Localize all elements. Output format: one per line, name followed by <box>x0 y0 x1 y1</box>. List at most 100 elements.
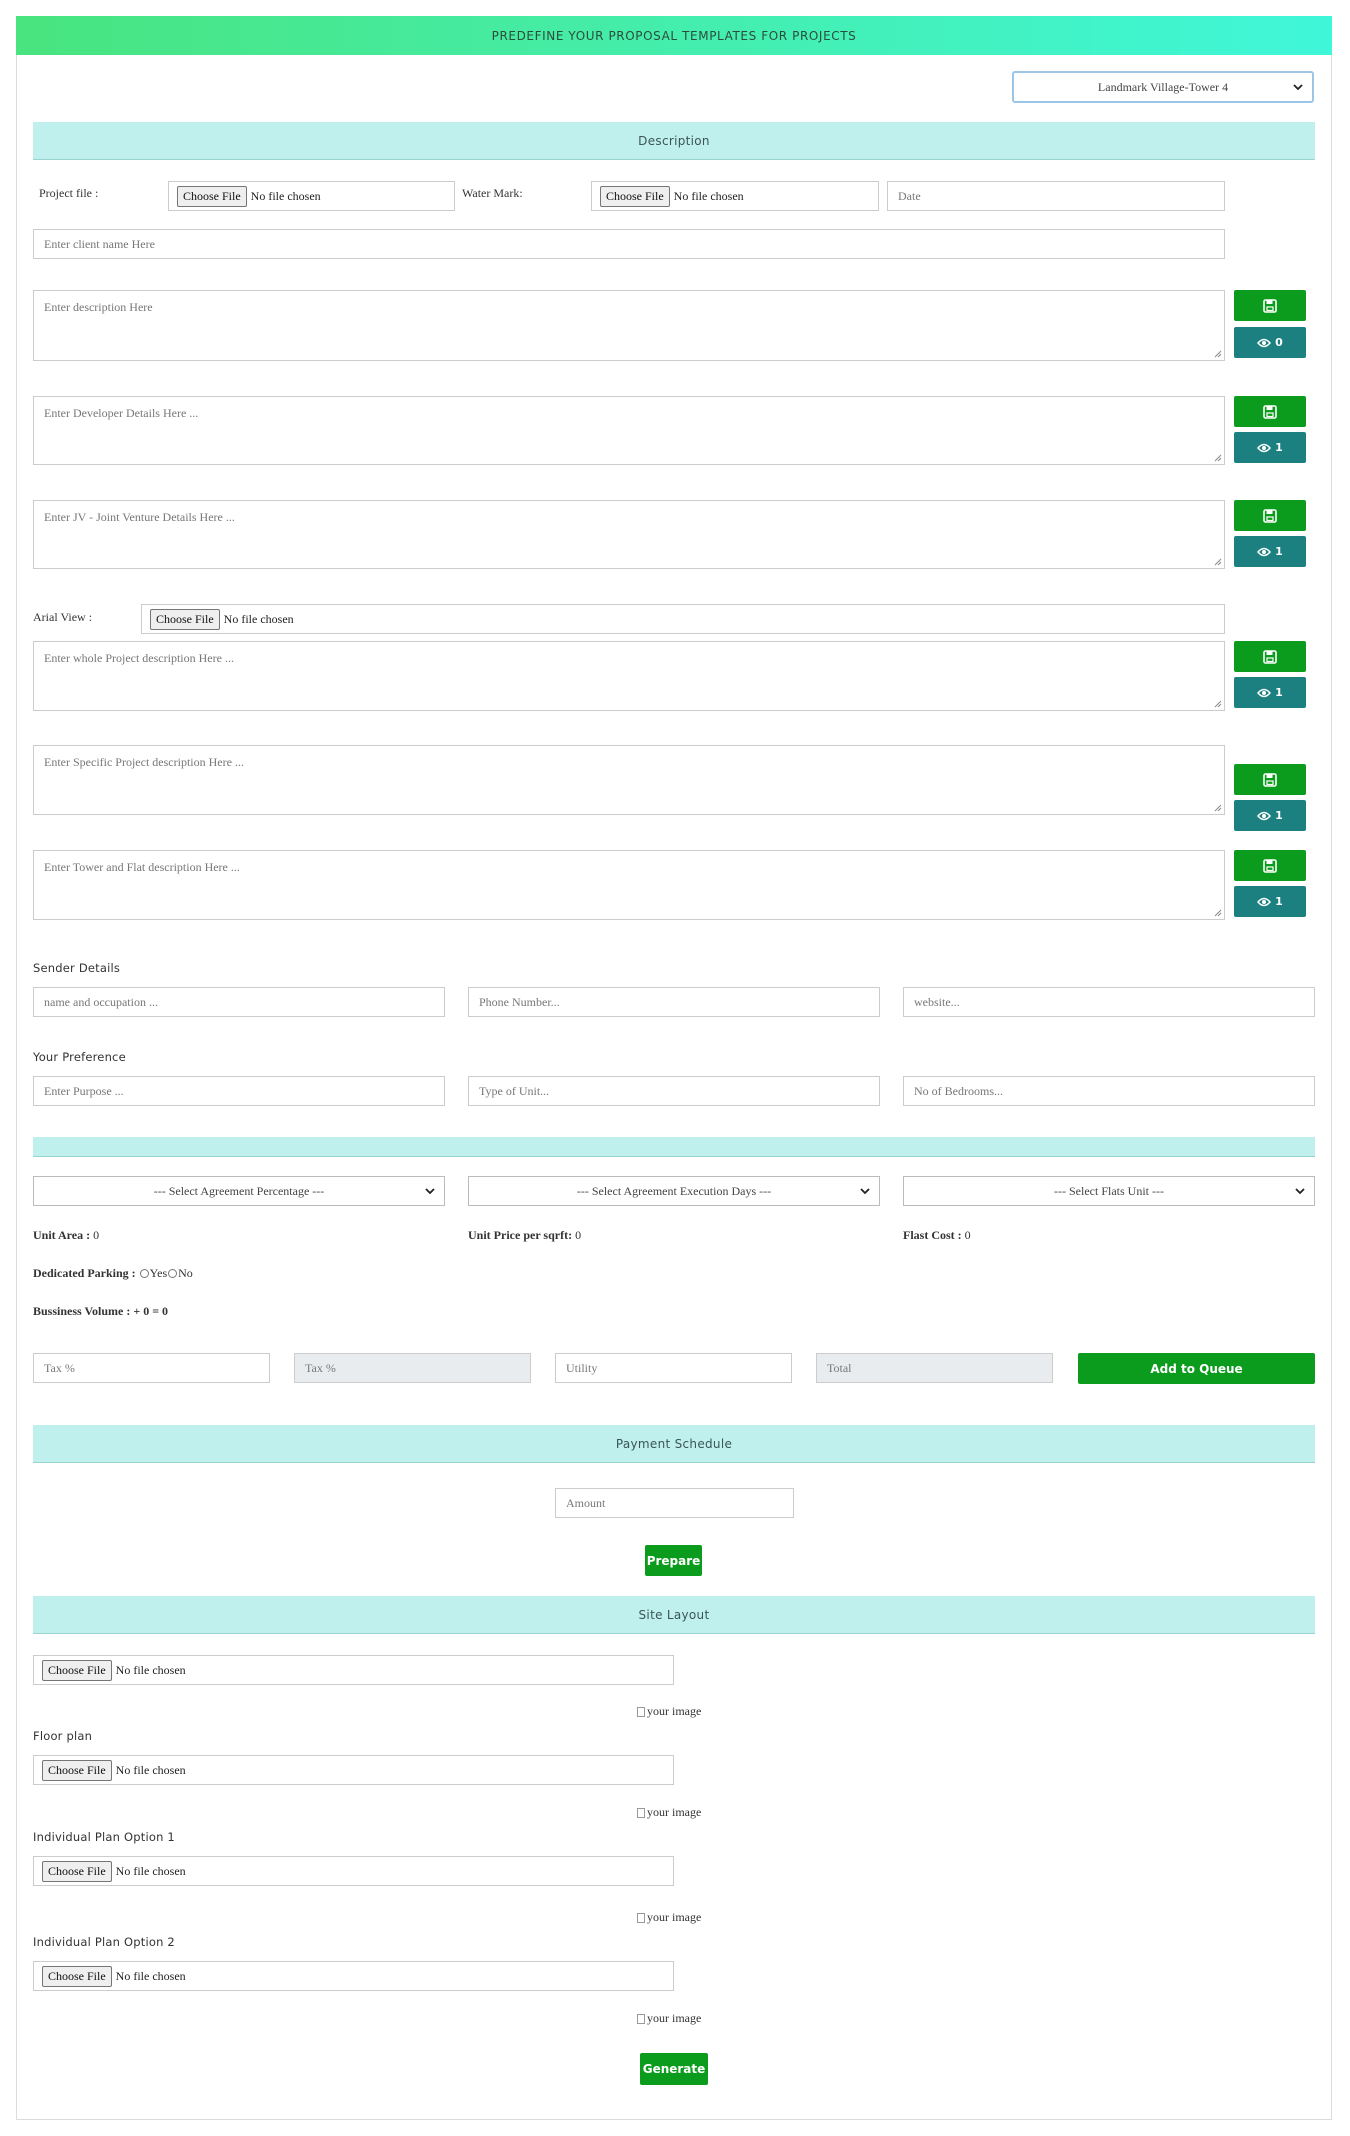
bedrooms-field[interactable]: No of Bedrooms... <box>903 1076 1315 1106</box>
save-button[interactable] <box>1234 641 1306 672</box>
section-agreement <box>33 1137 1315 1157</box>
view-count: 1 <box>1275 686 1283 699</box>
description-textarea[interactable]: Enter description Here <box>33 290 1225 361</box>
save-button[interactable] <box>1234 850 1306 881</box>
eye-icon <box>1257 338 1272 347</box>
prepare-button[interactable]: Prepare <box>645 1545 702 1576</box>
generate-button[interactable]: Generate <box>640 2053 708 2085</box>
water-mark-label: Water Mark: <box>462 186 523 200</box>
plan-option-1-file-input[interactable]: Choose File No file chosen <box>33 1856 674 1886</box>
developer-details-textarea[interactable]: Enter Developer Details Here ... <box>33 396 1225 465</box>
purpose-field[interactable]: Enter Purpose ... <box>33 1076 445 1106</box>
page-header: PREDEFINE YOUR PROPOSAL TEMPLATES FOR PR… <box>16 16 1332 55</box>
parking-no-radio[interactable] <box>168 1269 178 1278</box>
plan-option-1-image: your image <box>637 1910 701 1925</box>
site-layout-file-input[interactable]: Choose File No file chosen <box>33 1655 674 1685</box>
section-site-layout: Site Layout <box>33 1596 1315 1634</box>
water-mark-file-input[interactable]: Choose File No file chosen <box>591 181 879 211</box>
floor-plan-image: your image <box>637 1805 701 1820</box>
date-field[interactable]: Date <box>887 181 1225 211</box>
arial-view-file-input[interactable]: Choose File No file chosen <box>141 604 1225 634</box>
file-status: No file chosen <box>223 611 294 626</box>
view-button[interactable]: 0 <box>1234 327 1306 358</box>
choose-file-button[interactable]: Choose File <box>600 185 670 207</box>
view-count: 1 <box>1275 441 1283 454</box>
floor-plan-label: Floor plan <box>33 1729 93 1743</box>
choose-file-button[interactable]: Choose File <box>42 1659 112 1681</box>
sender-website-field[interactable]: website... <box>903 987 1315 1017</box>
floppy-disk-icon <box>1263 772 1277 787</box>
floppy-disk-icon <box>1263 508 1277 523</box>
unit-price-label: Unit Price per sqrft: <box>468 1228 573 1242</box>
plan-option-2-file-input[interactable]: Choose File No file chosen <box>33 1961 674 1991</box>
resize-grip-icon[interactable] <box>1214 700 1222 708</box>
resize-grip-icon[interactable] <box>1214 350 1222 358</box>
agreement-days-value: --- Select Agreement Execution Days --- <box>576 1183 772 1198</box>
flast-cost-stat: Flast Cost : 0 <box>903 1228 971 1243</box>
project-select-value: Landmark Village-Tower 4 <box>1097 79 1229 94</box>
section-description: Description <box>33 122 1315 160</box>
agreement-percentage-select[interactable]: --- Select Agreement Percentage --- <box>33 1176 445 1206</box>
specific-project-textarea[interactable]: Enter Specific Project description Here … <box>33 745 1225 815</box>
tower-flat-textarea[interactable]: Enter Tower and Flat description Here ..… <box>33 850 1225 920</box>
view-button[interactable]: 1 <box>1234 886 1306 917</box>
save-button[interactable] <box>1234 290 1306 321</box>
unit-price-stat: Unit Price per sqrft: 0 <box>468 1228 581 1243</box>
resize-grip-icon[interactable] <box>1214 454 1222 462</box>
view-button[interactable]: 1 <box>1234 800 1306 831</box>
project-file-input[interactable]: Choose File No file chosen <box>168 181 455 211</box>
view-button[interactable]: 1 <box>1234 432 1306 463</box>
floor-plan-file-input[interactable]: Choose File No file chosen <box>33 1755 674 1785</box>
flats-unit-value: --- Select Flats Unit --- <box>1054 1183 1164 1198</box>
agreement-percentage-value: --- Select Agreement Percentage --- <box>153 1183 325 1198</box>
arial-view-label: Arial View : <box>33 610 93 624</box>
save-button[interactable] <box>1234 500 1306 531</box>
resize-grip-icon[interactable] <box>1214 558 1222 566</box>
plan-option-2-image: your image <box>637 2011 701 2026</box>
image-alt-text: your image <box>647 1704 702 1718</box>
choose-file-button[interactable]: Choose File <box>42 1860 112 1882</box>
total-field: Total <box>816 1353 1053 1383</box>
sender-name-field[interactable]: name and occupation ... <box>33 987 445 1017</box>
view-button[interactable]: 1 <box>1234 536 1306 567</box>
eye-icon <box>1257 811 1272 820</box>
parking-yes-radio[interactable] <box>139 1269 149 1278</box>
save-button[interactable] <box>1234 764 1306 795</box>
file-status: No file chosen <box>115 1968 186 1983</box>
flast-cost-label: Flast Cost : <box>903 1228 962 1242</box>
choose-file-button[interactable]: Choose File <box>42 1759 112 1781</box>
resize-grip-icon[interactable] <box>1214 909 1222 917</box>
resize-grip-icon[interactable] <box>1214 804 1222 812</box>
parking-stat: Dedicated Parking : Yes No <box>33 1266 193 1281</box>
view-button[interactable]: 1 <box>1234 677 1306 708</box>
chevron-down-icon <box>1295 1188 1305 1195</box>
unit-type-field[interactable]: Type of Unit... <box>468 1076 880 1106</box>
add-to-queue-button[interactable]: Add to Queue <box>1078 1353 1315 1384</box>
jv-details-textarea[interactable]: Enter JV - Joint Venture Details Here ..… <box>33 500 1225 569</box>
utility-field[interactable]: Utility <box>555 1353 792 1383</box>
amount-field[interactable]: Amount <box>555 1488 794 1518</box>
choose-file-button[interactable]: Choose File <box>150 608 220 630</box>
sender-phone-field[interactable]: Phone Number... <box>468 987 880 1017</box>
unit-area-value: 0 <box>93 1228 100 1242</box>
file-status: No file chosen <box>115 1863 186 1878</box>
file-status: No file chosen <box>673 188 744 203</box>
client-name-field[interactable]: Enter client name Here <box>33 229 1225 259</box>
project-file-label: Project file : <box>39 186 99 200</box>
parking-yes-label: Yes <box>149 1266 168 1280</box>
image-alt-text: your image <box>647 1805 702 1819</box>
file-status: No file chosen <box>115 1762 186 1777</box>
save-button[interactable] <box>1234 396 1306 427</box>
volume-stat: Bussiness Volume : + 0 = 0 <box>33 1304 168 1319</box>
project-select[interactable]: Landmark Village-Tower 4 <box>1012 71 1314 103</box>
flats-unit-select[interactable]: --- Select Flats Unit --- <box>903 1176 1315 1206</box>
volume-label: Bussiness Volume : <box>33 1304 131 1318</box>
tax-field[interactable]: Tax % <box>33 1353 270 1383</box>
unit-area-label: Unit Area : <box>33 1228 91 1242</box>
section-payment-schedule: Payment Schedule <box>33 1425 1315 1463</box>
choose-file-button[interactable]: Choose File <box>177 185 247 207</box>
project-description-textarea[interactable]: Enter whole Project description Here ... <box>33 641 1225 711</box>
agreement-days-select[interactable]: --- Select Agreement Execution Days --- <box>468 1176 880 1206</box>
choose-file-button[interactable]: Choose File <box>42 1965 112 1987</box>
floppy-disk-icon <box>1263 649 1277 664</box>
